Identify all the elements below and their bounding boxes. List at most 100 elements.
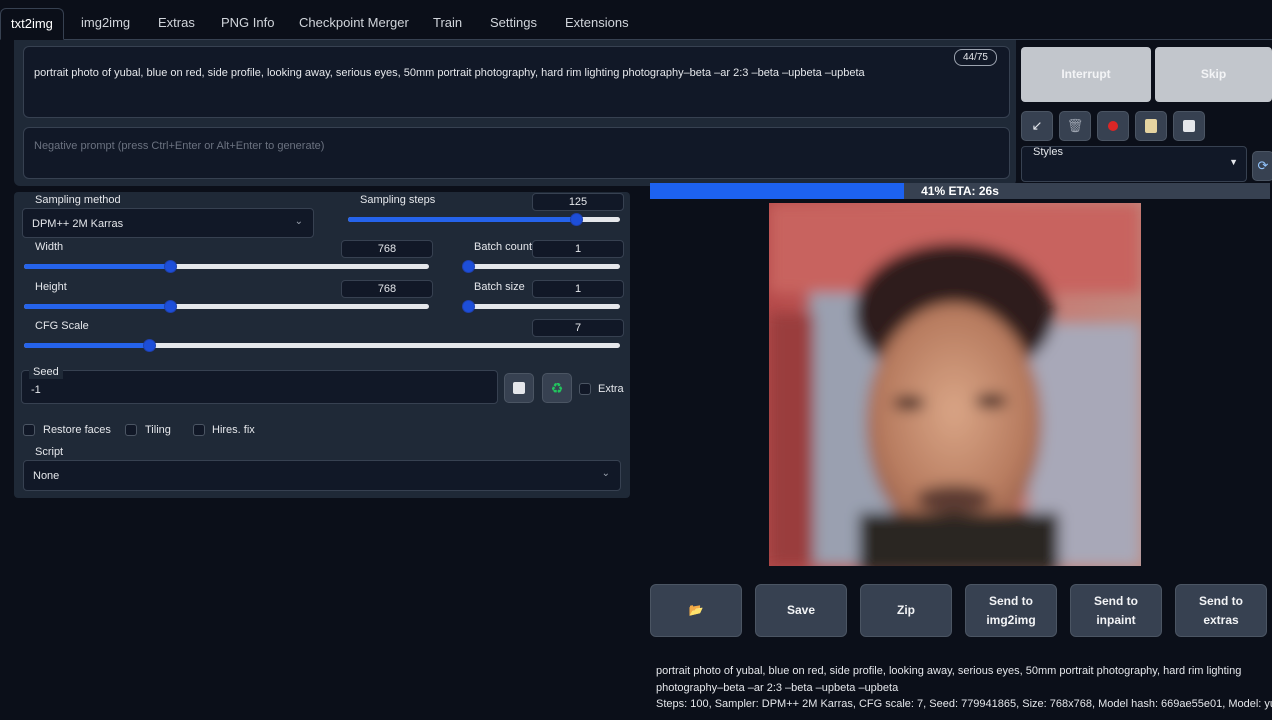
- arrow-down-left-icon: ↙: [1031, 118, 1043, 133]
- negative-prompt-input[interactable]: Negative prompt (press Ctrl+Enter or Alt…: [23, 127, 1010, 179]
- height-label: Height: [31, 280, 71, 294]
- slider-thumb[interactable]: [163, 300, 177, 313]
- slider-fill: [348, 217, 577, 222]
- output-image[interactable]: [769, 203, 1141, 566]
- refresh-icon: ⟳: [1257, 158, 1269, 173]
- portrait-image: [769, 203, 1141, 566]
- generation-settings-panel: DPM++ 2M Karras ⌄ Sampling method Sampli…: [14, 192, 630, 498]
- generation-info-line-3: Steps: 100, Sampler: DPM++ 2M Karras, CF…: [656, 698, 1272, 710]
- floppy-disk-icon: [1183, 120, 1195, 132]
- height-slider[interactable]: [24, 300, 429, 313]
- batch-size-input[interactable]: 1: [532, 280, 624, 298]
- generation-info-line-1: portrait photo of yubal, blue on red, si…: [656, 665, 1242, 677]
- sampling-method-select[interactable]: DPM++ 2M Karras ⌄: [22, 208, 314, 238]
- tab-bar: txt2img img2img Extras PNG Info Checkpoi…: [0, 0, 1272, 40]
- send-to-img2img-button[interactable]: Send to img2img: [965, 584, 1057, 637]
- show-extra-networks-button[interactable]: [1097, 111, 1129, 141]
- prompt-input[interactable]: portrait photo of yubal, blue on red, si…: [23, 46, 1010, 118]
- save-button[interactable]: Save: [755, 584, 847, 637]
- sampling-steps-slider[interactable]: [348, 213, 620, 226]
- sampling-method-value: DPM++ 2M Karras: [32, 218, 124, 230]
- chevron-down-icon: ⌄: [294, 216, 303, 227]
- seed-label: Seed: [29, 365, 63, 379]
- seed-input[interactable]: -1: [21, 370, 498, 404]
- send-to-extras-label: Send to extras: [1199, 593, 1243, 627]
- tab-img2img[interactable]: img2img: [71, 8, 140, 40]
- sampling-steps-input[interactable]: 125: [532, 193, 624, 211]
- seed-value: -1: [31, 384, 41, 396]
- sampling-method-label: Sampling method: [31, 193, 125, 207]
- generation-info-line-2: photography–beta –ar 2:3 –beta –upbeta –…: [656, 682, 899, 694]
- send-to-extras-button[interactable]: Send to extras: [1175, 584, 1267, 637]
- prompt-text: portrait photo of yubal, blue on red, si…: [34, 67, 865, 79]
- batch-size-label: Batch size: [470, 280, 529, 294]
- tab-train[interactable]: Train: [423, 8, 472, 40]
- cfg-scale-input[interactable]: 7: [532, 319, 624, 337]
- clear-prompt-button[interactable]: 🗑: [1059, 111, 1091, 141]
- slider-thumb[interactable]: [143, 339, 157, 352]
- tab-extras[interactable]: Extras: [148, 8, 205, 40]
- slider-fill: [24, 264, 170, 269]
- refresh-styles-button[interactable]: ⟳: [1252, 151, 1272, 181]
- tiling-label: Tiling: [145, 424, 171, 436]
- cfg-scale-slider[interactable]: [24, 339, 620, 352]
- negative-prompt-placeholder: Negative prompt (press Ctrl+Enter or Alt…: [34, 140, 325, 152]
- interrupt-button[interactable]: Interrupt: [1021, 47, 1151, 102]
- batch-count-slider[interactable]: [462, 260, 620, 273]
- clipboard-icon: [1145, 119, 1157, 133]
- styles-label: Styles: [1033, 146, 1063, 158]
- chevron-down-icon: ⌄: [601, 468, 610, 479]
- restore-faces-checkbox[interactable]: [23, 424, 35, 436]
- batch-size-slider[interactable]: [462, 300, 620, 313]
- hires-fix-checkbox[interactable]: [193, 424, 205, 436]
- send-to-inpaint-label: Send to inpaint: [1094, 593, 1138, 627]
- width-input[interactable]: 768: [341, 240, 433, 258]
- reuse-seed-button[interactable]: ♻: [542, 373, 572, 403]
- send-to-inpaint-button[interactable]: Send to inpaint: [1070, 584, 1162, 637]
- tab-settings[interactable]: Settings: [480, 8, 547, 40]
- progress-text: 41% ETA: 26s: [921, 184, 999, 198]
- save-style-button[interactable]: [1173, 111, 1205, 141]
- dice-icon: [513, 382, 525, 394]
- slider-fill: [24, 304, 170, 309]
- cfg-scale-label: CFG Scale: [31, 319, 93, 333]
- restore-faces-label: Restore faces: [43, 424, 111, 436]
- chevron-down-icon: ▼: [1229, 157, 1238, 167]
- zip-button[interactable]: Zip: [860, 584, 952, 637]
- slider-thumb[interactable]: [462, 260, 475, 273]
- hires-fix-label: Hires. fix: [212, 424, 255, 436]
- height-input[interactable]: 768: [341, 280, 433, 298]
- sampling-steps-label: Sampling steps: [356, 193, 440, 207]
- slider-fill: [24, 343, 150, 348]
- batch-count-label: Batch count: [470, 240, 537, 254]
- recycle-icon: ♻: [550, 380, 564, 396]
- tab-checkpoint-merger[interactable]: Checkpoint Merger: [289, 8, 419, 40]
- prompt-area: portrait photo of yubal, blue on red, si…: [14, 40, 1016, 186]
- slider-thumb[interactable]: [570, 213, 584, 226]
- tab-txt2img[interactable]: txt2img: [0, 8, 64, 40]
- batch-count-input[interactable]: 1: [532, 240, 624, 258]
- folder-icon: 📂: [688, 603, 704, 617]
- send-to-img2img-label: Send to img2img: [986, 593, 1036, 627]
- open-folder-button[interactable]: 📂: [650, 584, 742, 637]
- tiling-checkbox[interactable]: [125, 424, 137, 436]
- extra-label: Extra: [598, 383, 624, 395]
- read-params-button[interactable]: ↙: [1021, 111, 1053, 141]
- extra-seed-checkbox[interactable]: [579, 383, 591, 395]
- random-seed-button[interactable]: [504, 373, 534, 403]
- red-card-icon: [1108, 121, 1118, 131]
- styles-dropdown[interactable]: Styles ▼: [1021, 146, 1247, 182]
- token-counter: 44/75: [953, 49, 997, 66]
- skip-button[interactable]: Skip: [1155, 47, 1272, 102]
- script-select[interactable]: None ⌄: [23, 460, 621, 491]
- tab-png-info[interactable]: PNG Info: [211, 8, 284, 40]
- trash-icon: 🗑: [1066, 118, 1084, 133]
- tab-extensions[interactable]: Extensions: [555, 8, 639, 40]
- width-label: Width: [31, 240, 68, 254]
- progress-bar: 41% ETA: 26s: [650, 183, 1270, 199]
- script-value: None: [33, 470, 60, 482]
- slider-thumb[interactable]: [462, 300, 475, 313]
- width-slider[interactable]: [24, 260, 429, 273]
- slider-thumb[interactable]: [163, 260, 177, 273]
- apply-style-button[interactable]: [1135, 111, 1167, 141]
